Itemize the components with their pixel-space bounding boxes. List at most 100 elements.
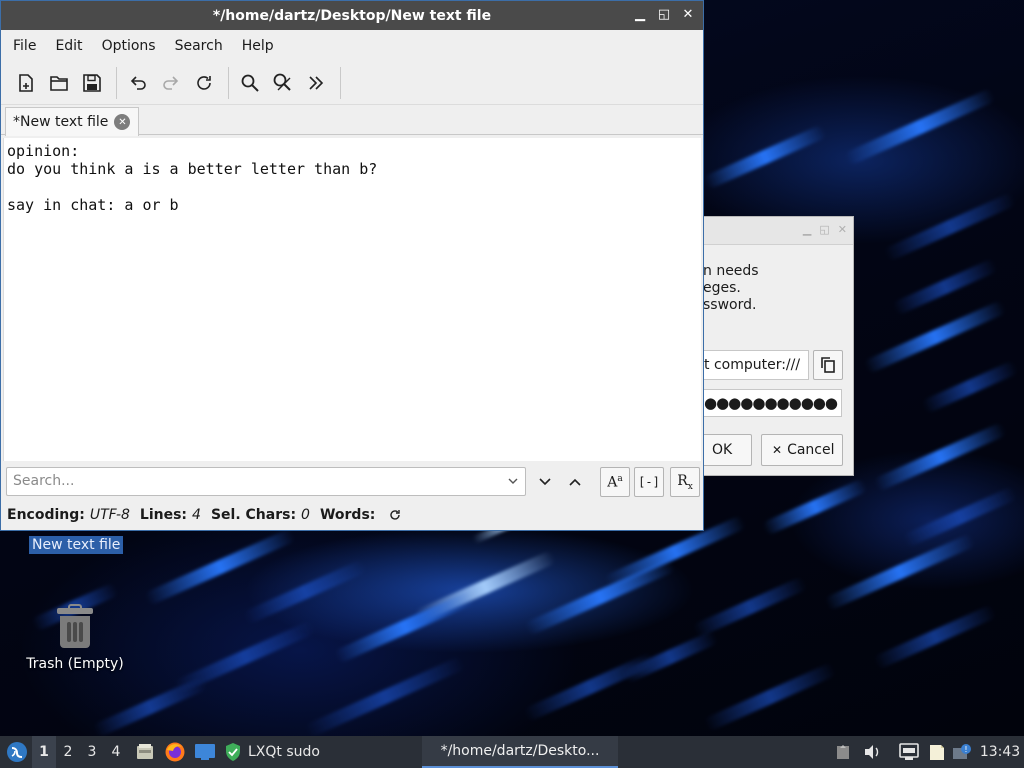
lxqt-sudo-task[interactable]: LXQt sudo xyxy=(224,736,326,768)
chevron-up-icon xyxy=(569,478,581,486)
desktop-switch-2[interactable]: 2 xyxy=(56,736,80,768)
cancel-button[interactable]: ✕ Cancel xyxy=(761,434,843,466)
notes-icon xyxy=(930,745,944,760)
trash-desktop-icon[interactable]: Trash (Empty) xyxy=(20,604,130,672)
regex-icon: Rx xyxy=(677,472,693,492)
find-previous-button[interactable] xyxy=(561,468,589,496)
menu-search[interactable]: Search xyxy=(169,38,229,54)
open-file-button[interactable] xyxy=(44,68,74,98)
menu-edit[interactable]: Edit xyxy=(49,38,88,54)
desktop-switch-1[interactable]: 1 xyxy=(32,736,56,768)
text-line: opinion: xyxy=(7,142,80,160)
firefox-icon xyxy=(165,742,185,762)
search-placeholder: Search... xyxy=(13,473,75,489)
words-label: Words: xyxy=(319,507,376,523)
text-line xyxy=(7,178,698,196)
trash-icon xyxy=(55,604,95,650)
tray-clipboard[interactable] xyxy=(832,736,854,768)
whole-word-button[interactable]: [-] xyxy=(634,467,664,497)
cancel-label: Cancel xyxy=(787,442,835,458)
menubar: File Edit Options Search Help xyxy=(1,30,703,61)
selchars-value: 0 xyxy=(301,507,310,523)
reload-button[interactable] xyxy=(189,68,219,98)
redo-icon xyxy=(163,75,179,90)
menu-file[interactable]: File xyxy=(7,38,42,54)
undo-icon xyxy=(130,75,146,90)
redo-button[interactable] xyxy=(156,68,186,98)
volume-icon xyxy=(865,745,879,759)
firefox-launcher[interactable] xyxy=(162,736,188,768)
chevron-down-icon xyxy=(539,478,551,486)
menu-help[interactable]: Help xyxy=(236,38,280,54)
maximize-icon[interactable]: ◱ xyxy=(819,223,829,236)
close-icon[interactable]: ✕ xyxy=(838,223,847,236)
find-button[interactable] xyxy=(235,68,265,98)
tray-notes[interactable] xyxy=(926,736,948,768)
minimize-icon[interactable]: ▁ xyxy=(803,223,811,236)
desktop-switch-4[interactable]: 4 xyxy=(104,736,128,768)
clock[interactable]: 13:43 xyxy=(978,736,1022,768)
find-next-button[interactable] xyxy=(531,468,559,496)
undo-button[interactable] xyxy=(123,68,153,98)
close-icon[interactable]: ✕ xyxy=(681,7,695,22)
desktop-icon xyxy=(195,744,215,760)
start-menu-button[interactable] xyxy=(2,736,32,768)
regex-button[interactable]: Rx xyxy=(670,467,700,497)
minimize-icon[interactable]: ▁ xyxy=(633,7,647,22)
copy-button[interactable] xyxy=(813,350,843,380)
desktop-file-label[interactable]: New text file xyxy=(29,536,124,554)
search-icon xyxy=(241,74,259,92)
double-chevron-right-icon xyxy=(309,75,324,90)
clipboard-icon xyxy=(837,745,849,759)
find-replace-icon xyxy=(273,73,291,91)
tray-volume[interactable] xyxy=(860,736,884,768)
selchars-label: Sel. Chars: xyxy=(210,507,297,523)
search-bar: Search... Aa [-] Rx xyxy=(6,467,700,497)
command-field[interactable]: t computer:/// xyxy=(691,350,809,380)
whole-word-icon: [-] xyxy=(638,475,660,489)
new-file-button[interactable] xyxy=(11,68,41,98)
menu-options[interactable]: Options xyxy=(96,38,162,54)
dialog-message: n needs eges. ssword. xyxy=(703,263,759,313)
cancel-x-icon: ✕ xyxy=(772,443,783,457)
editor-task-label: */home/dartz/Deskto... xyxy=(440,743,600,759)
show-desktop-button[interactable] xyxy=(192,736,218,768)
find-replace-button[interactable] xyxy=(268,68,298,98)
text-line: say in chat: a or b xyxy=(7,196,179,214)
status-bar: Encoding: UTF-8 Lines: 4 Sel. Chars: 0 W… xyxy=(7,506,402,524)
tray-updates[interactable]: ! xyxy=(950,736,974,768)
lxqt-logo-icon xyxy=(7,742,27,762)
password-field[interactable]: ●●●●●●●●●●● xyxy=(691,389,842,417)
file-manager-launcher[interactable] xyxy=(132,736,158,768)
file-manager-icon xyxy=(137,744,153,759)
chevron-down-icon[interactable] xyxy=(507,475,519,487)
match-case-icon: Aa xyxy=(607,473,623,491)
text-editor-window: */home/dartz/Desktop/New text file ▁ ◱ ✕… xyxy=(0,0,704,531)
go-to-line-button[interactable] xyxy=(301,68,331,98)
sudo-dialog: ▁ ◱ ✕ n needs eges. ssword. t computer:/… xyxy=(690,216,854,476)
encoding-label: Encoding: xyxy=(7,507,85,523)
editor-task-button[interactable]: */home/dartz/Deskto... xyxy=(422,736,618,768)
maximize-icon[interactable]: ◱ xyxy=(657,7,671,22)
editor-titlebar[interactable]: */home/dartz/Desktop/New text file ▁ ◱ ✕ xyxy=(1,1,703,30)
trash-label: Trash (Empty) xyxy=(26,656,124,672)
tray-network[interactable] xyxy=(896,736,922,768)
network-icon xyxy=(899,743,919,760)
dialog-titlebar[interactable]: ▁ ◱ ✕ xyxy=(691,217,853,245)
search-input[interactable]: Search... xyxy=(6,467,526,496)
refresh-word-count-icon[interactable] xyxy=(388,508,402,522)
svg-text:!: ! xyxy=(964,745,967,754)
lines-value: 4 xyxy=(192,507,201,523)
match-case-button[interactable]: Aa xyxy=(600,467,630,497)
copy-icon xyxy=(821,357,835,373)
folder-open-icon xyxy=(50,75,68,91)
encoding-value: UTF-8 xyxy=(89,507,130,523)
text-editing-area[interactable]: opinion: do you think a is a better lette… xyxy=(3,138,701,461)
save-icon xyxy=(83,73,101,92)
desktop-switch-3[interactable]: 3 xyxy=(80,736,104,768)
tab-close-icon[interactable]: ✕ xyxy=(114,114,131,130)
tab-new-text-file[interactable]: *New text file ✕ xyxy=(5,107,140,136)
tab-label: *New text file xyxy=(13,114,109,130)
reload-icon xyxy=(197,75,211,90)
save-button[interactable] xyxy=(77,68,107,98)
